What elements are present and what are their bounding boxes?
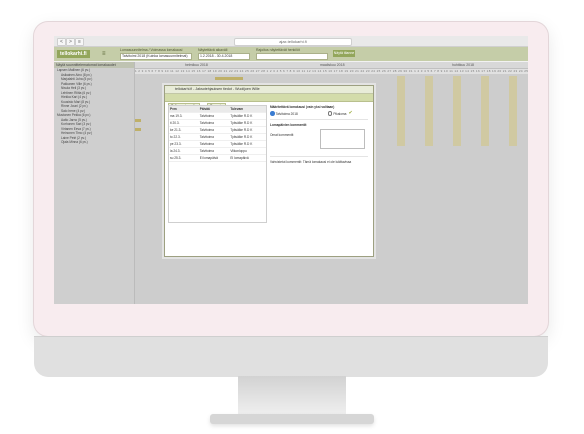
table-row[interactable]: la 24.3. Talvitoima Viikonloppu: [169, 148, 266, 155]
cell: Talvitoima: [199, 121, 214, 125]
cell: pe 23.3.: [170, 142, 182, 146]
table-row[interactable]: ti 20.3. Talvitoima Tyävälke R.D K: [169, 120, 266, 127]
app-header: tellokarhi.fi ≡ Lomasuunnitelma / Voimas…: [54, 47, 528, 61]
cell: Tyävälke R.D K: [230, 142, 253, 146]
holiday-plan-label: Lomasuunnitelma / Voimassa lomakausi: [120, 48, 183, 52]
radio-label: Pikaloma: [333, 111, 347, 116]
holiday-option-group: Talvitoima 2018 Pikaloma ✔: [270, 111, 368, 116]
cell: Tyävälke R.D K: [230, 121, 253, 125]
holiday-plan-field: Lomasuunnitelma / Voimassa lomakausi Tal…: [120, 48, 192, 60]
weekend-column: [425, 76, 433, 146]
monitor-chin: [34, 336, 548, 377]
holiday-plan-select[interactable]: Talvitoimi 2018 (Kuinka lomasuunnitelmat…: [120, 53, 192, 60]
selection-header: Määritettävä lomakausi (vain yksi valita…: [270, 105, 335, 109]
weekend-column: [481, 76, 489, 146]
cell: to 22.3.: [170, 135, 181, 139]
days-table: Pvm Päivää Tulevam ma 19.3. Talvitoima Tyä…: [168, 105, 267, 223]
dialog-body: Pvm Päivää Tulevam ma 19.3. Talvitoima Tyä…: [165, 102, 373, 257]
table-row[interactable]: pe 23.3. Talvitoima Tyävälke R.D K: [169, 141, 266, 148]
month-header: helmikuu 2018 maaliskuu 2018 huhtikuu 20…: [135, 62, 528, 69]
cell: Ei lomapäivä: [199, 156, 218, 160]
monitor-foot: [210, 414, 374, 424]
check-icon: ✔: [348, 110, 353, 116]
cell: Talvitoima: [199, 135, 214, 139]
cell: la 24.3.: [170, 149, 181, 153]
cell: Talvitoima: [199, 149, 214, 153]
cell: Tyävälke R.D K: [230, 135, 253, 139]
holiday-period-dialog: tellokarhi.fi - Jaksotehjauksen tiedot -…: [164, 85, 374, 257]
cell: Talvitoima: [199, 114, 214, 118]
screen: < > ≡ ajax.tellokarhi.fi tellokarhi.fi ≡…: [54, 36, 528, 304]
table-row[interactable]: to 22.3. Talvitoima Tyävälke R.D K: [169, 134, 266, 141]
cell: su 25.3.: [170, 156, 182, 160]
month-label: helmikuu 2018: [185, 63, 208, 67]
people-filter-field: Rajoitus näytettävät henkilöt: [256, 48, 328, 60]
app-logo[interactable]: tellokarhi.fi: [57, 50, 90, 58]
column-header-date: Pvm: [170, 107, 177, 111]
weekend-column: [453, 76, 461, 146]
dialog-toolbar: Tallenna ja sulje Peruuta: [165, 94, 373, 110]
people-filter-select[interactable]: [256, 53, 328, 60]
dialog-title-text: tellokarhi.fi - Jaksotehjauksen tiedot -…: [175, 87, 260, 91]
cell: Talvitoima: [199, 128, 214, 132]
show-status-button[interactable]: Näytä tilanne: [333, 50, 355, 57]
radio-option-talvitoima[interactable]: [270, 111, 275, 116]
divider: [270, 156, 368, 157]
weekend-column: [397, 76, 405, 146]
table-row[interactable]: su 25.3. Ei lomapäivä Ei lomapäivä: [169, 155, 266, 162]
comment-textarea[interactable]: [320, 129, 365, 149]
browser-menu-icon[interactable]: ≡: [75, 38, 84, 46]
comments-header: Lomapäivien kommentit: [270, 123, 307, 127]
table-row[interactable]: ma 19.3. Talvitoima Tyävälke R.D K: [169, 113, 266, 120]
cell: Viikonloppu: [230, 149, 247, 153]
table-header: Pvm Päivää Tulevam: [169, 106, 266, 113]
cell: ke 21.3.: [170, 128, 182, 132]
cell: Talvitoima: [199, 142, 214, 146]
radio-label: Talvitoima 2018: [275, 111, 298, 116]
month-label: huhtikuu 2018: [452, 63, 474, 67]
divider: [270, 119, 368, 120]
cell: Ei lomapäivä: [230, 156, 249, 160]
holiday-block[interactable]: [215, 77, 243, 80]
forward-button[interactable]: >: [66, 38, 75, 46]
employee-list: Lapsen Mallinen (6 pv.) Asikainen Aino (…: [54, 68, 134, 145]
address-bar[interactable]: ajax.tellokarhi.fi: [234, 38, 352, 46]
cell: ti 20.3.: [170, 121, 180, 125]
comment-label: Omat kommentit: [270, 133, 294, 137]
dialog-title: tellokarhi.fi - Jaksotehjauksen tiedot -…: [165, 86, 373, 94]
footer-note: Vahvistetut kommentit: Tämä lomakausi ei…: [270, 160, 352, 164]
weekend-column: [509, 76, 517, 146]
holiday-block[interactable]: [135, 119, 141, 122]
browser-toolbar: < > ≡ ajax.tellokarhi.fi: [54, 36, 528, 47]
back-button[interactable]: <: [57, 38, 66, 46]
holiday-settings-panel: Määritettävä lomakausi (vain yksi valita…: [270, 105, 368, 164]
date-range-field: Näytettävä aikaväli 1.2.2018 - 30.4.2018: [198, 48, 250, 60]
holiday-block[interactable]: [135, 128, 141, 131]
table-row[interactable]: ke 21.3. Talvitoima Tyävälke R.D K: [169, 127, 266, 134]
employee-sidebar: Näytä suunnittelematomat lomakaudet Laps…: [54, 62, 135, 304]
column-header-result: Tulevam: [230, 107, 244, 111]
date-range-label: Näytettävä aikaväli: [198, 48, 228, 52]
monitor-stand: [238, 376, 346, 416]
employee-item[interactable]: Ojala Minna (6 pv.): [57, 140, 134, 145]
hamburger-icon[interactable]: ≡: [102, 51, 106, 57]
comment-row: Omat kommentit: [270, 129, 368, 153]
radio-option-pikaloma[interactable]: [327, 111, 333, 116]
people-filter-label: Rajoitus näytettävät henkilöt: [256, 48, 300, 52]
day-header: 1 2 3 4 5 6 7 8 9 10 11 12 13 14 15 16 1…: [135, 69, 528, 74]
cell: ma 19.3.: [170, 114, 183, 118]
month-label: maaliskuu 2018: [320, 63, 345, 67]
cell: Tyävälke R.D K: [230, 114, 253, 118]
column-header-type: Päivää: [199, 107, 210, 111]
date-range-input[interactable]: 1.2.2018 - 30.4.2018: [198, 53, 250, 60]
cell: Tyävälke R.D K: [230, 128, 253, 132]
